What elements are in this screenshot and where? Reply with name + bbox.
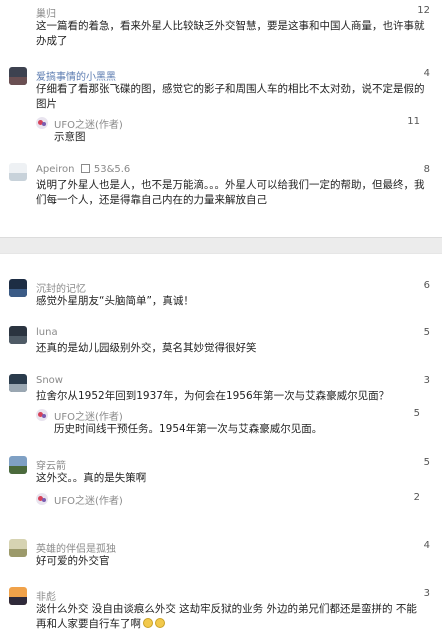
comment-username[interactable]: 巢归 [36, 5, 56, 20]
like-count[interactable]: 12 [417, 5, 430, 16]
avatar[interactable] [9, 67, 27, 85]
comment-item: luna 5 还真的是幼儿园级别外交，莫名其妙觉得很好笑 [0, 326, 442, 358]
avatar[interactable] [9, 456, 27, 474]
comment-text: 感觉外星朋友“头脑简单”，真诚！ [36, 295, 194, 307]
reply-username[interactable]: UFO之迷(作者) [54, 116, 123, 131]
like-count[interactable]: 3 [424, 375, 430, 386]
comment-username[interactable]: 爱搞事情的小黑黑 [36, 68, 116, 83]
avatar[interactable] [9, 279, 27, 297]
username-text[interactable]: Apeiron [36, 164, 74, 175]
comment-text: 好可爱的外交官 [36, 555, 110, 567]
level-badge-icon [80, 164, 90, 173]
comment-username[interactable]: luna [36, 327, 58, 338]
comment-username[interactable]: 英雄的伴侣是孤独 [36, 540, 116, 555]
avatar[interactable] [9, 587, 27, 605]
comment-item: Snow 3 拉舍尔从1952年回到1937年，为何会在1956年第一次与艾森豪… [0, 374, 442, 444]
comment-item: 巢归 12 这一篇看的着急，看来外星人比较缺乏外交智慧，要是这事和中国人商量，也… [0, 4, 442, 52]
comment-text-line: 淡什么外交 没自由谈痕么外交 这劫牢反狱的业务 外边的弟兄们都还是蛮拼的 不能 [36, 603, 417, 615]
comment-text: 仔细看了看那张飞碟的图，感觉它的影子和周围人车的相比不太对劲，说不定是假的图片 [36, 83, 425, 110]
reply-like-count[interactable]: 2 [414, 492, 420, 503]
author-avatar[interactable] [36, 117, 48, 129]
avatar[interactable] [9, 326, 27, 344]
reply-username[interactable]: UFO之迷(作者) [54, 492, 123, 507]
like-count[interactable]: 4 [424, 540, 430, 551]
reply-username[interactable]: UFO之迷(作者) [54, 408, 123, 423]
comment-item: 沉封的记忆 6 感觉外星朋友“头脑简单”，真诚！ [0, 279, 442, 311]
avatar[interactable] [9, 374, 27, 392]
comment-item: 英雄的伴侣是孤独 4 好可爱的外交官 [0, 539, 442, 571]
comment-text: 还真的是幼儿园级别外交，莫名其妙觉得很好笑 [36, 342, 257, 354]
reply-like-count[interactable]: 11 [407, 116, 420, 127]
comments-panel-bottom: 沉封的记忆 6 感觉外星朋友“头脑简单”，真诚！ luna 5 还真的是幼儿园级… [0, 254, 442, 640]
reply-text: 历史时间线干预任务。1954年第一次与艾森豪威尔见面。 [54, 423, 323, 435]
smile-emoji-icon [143, 618, 153, 628]
section-divider [0, 237, 442, 254]
comment-text-line: 再和人家要自行车了啊 [36, 617, 432, 632]
author-avatar[interactable] [36, 493, 48, 505]
like-count[interactable]: 5 [424, 457, 430, 468]
author-reply: UFO之迷(作者) 2 [36, 492, 432, 508]
comment-text-line-2: 再和人家要自行车了啊 [36, 618, 141, 630]
comment-username[interactable]: Snow [36, 375, 63, 386]
comment-username[interactable]: 穿云箭 [36, 457, 66, 472]
comment-text: 拉舍尔从1952年回到1937年，为何会在1956年第一次与艾森豪威尔见面？ [36, 390, 390, 402]
like-count[interactable]: 6 [424, 280, 430, 291]
comment-item: 爱搞事情的小黑黑 4 仔细看了看那张飞碟的图，感觉它的影子和周围人车的相比不太对… [0, 67, 442, 147]
comment-text: 这一篇看的着急，看来外星人比较缺乏外交智慧，要是这事和中国人商量，也许事就办成了 [36, 20, 425, 47]
avatar[interactable] [9, 163, 27, 181]
reply-like-count[interactable]: 5 [414, 408, 420, 419]
like-count[interactable]: 8 [424, 164, 430, 175]
comment-text: 说明了外星人也是人，也不是万能滴。。。外星人可以给我们一定的帮助，但最终，我们每… [36, 179, 425, 206]
like-count[interactable]: 4 [424, 68, 430, 79]
avatar[interactable] [9, 539, 27, 557]
comment-username[interactable]: Apeiron 53&5.6 [36, 164, 130, 175]
comment-item: Apeiron 53&5.6 8 说明了外星人也是人，也不是万能滴。。。外星人可… [0, 163, 442, 223]
author-reply: UFO之迷(作者) 11 示意图 [36, 116, 432, 148]
comment-username[interactable]: 非彪 [36, 588, 56, 603]
smile-emoji-icon [155, 618, 165, 628]
comment-item: 非彪 3 淡什么外交 没自由谈痕么外交 这劫牢反狱的业务 外边的弟兄们都还是蛮拼… [0, 587, 442, 639]
like-count[interactable]: 3 [424, 588, 430, 599]
comment-text: 这外交。。真的是失策啊 [36, 472, 147, 484]
comment-item: 穿云箭 5 这外交。。真的是失策啊 UFO之迷(作者) 2 [0, 456, 442, 512]
comment-text: 淡什么外交 没自由谈痕么外交 这劫牢反狱的业务 外边的弟兄们都还是蛮拼的 不能 … [36, 602, 432, 632]
comments-panel-top: 巢归 12 这一篇看的着急，看来外星人比较缺乏外交智慧，要是这事和中国人商量，也… [0, 0, 442, 237]
reply-text: 示意图 [54, 131, 86, 143]
author-reply: UFO之迷(作者) 5 历史时间线干预任务。1954年第一次与艾森豪威尔见面。 [36, 408, 432, 440]
user-badge: 53&5.6 [93, 164, 131, 175]
author-avatar[interactable] [36, 409, 48, 421]
like-count[interactable]: 5 [424, 327, 430, 338]
comment-username[interactable]: 沉封的记忆 [36, 280, 86, 295]
